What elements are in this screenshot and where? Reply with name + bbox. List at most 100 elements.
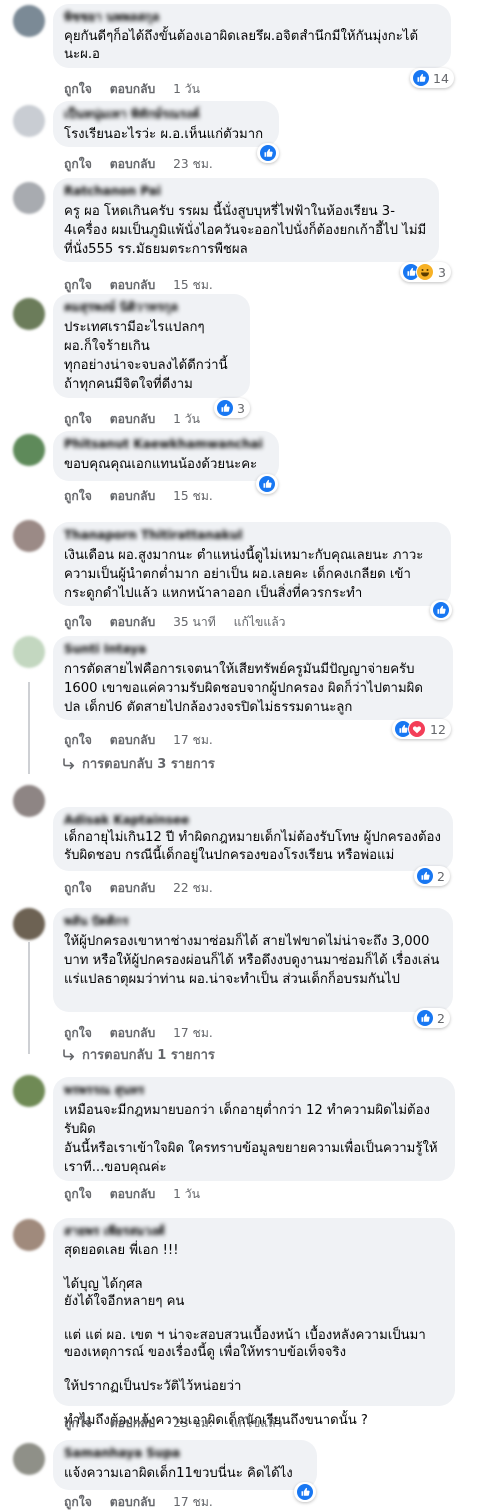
comment-actions: ถูกใจ ตอบกลับ 15 ชม. (64, 487, 227, 506)
timestamp[interactable]: 17 ชม. (173, 733, 213, 747)
like-button[interactable]: ถูกใจ (64, 157, 92, 171)
reply-button[interactable]: ตอบกลับ (110, 82, 156, 96)
comment-text: เด็กอายุไม่เกิน12 ปี ทำผิดกฎหมายเด็กไม่ต… (64, 830, 441, 863)
comment-bubble: Samanhaya Supa แจ้งความเอาผิดเด็ก11ขวบนี… (53, 1440, 317, 1490)
timestamp[interactable]: 23 ชม. (173, 1416, 213, 1430)
reaction-summary[interactable]: 2 (414, 1008, 450, 1028)
like-reaction-icon (417, 1010, 433, 1026)
reaction-summary[interactable]: 2 (414, 866, 450, 886)
avatar[interactable] (13, 298, 45, 330)
avatar[interactable] (13, 5, 45, 37)
comment-text: เหมือนจะมีกฎหมายบอกว่า เด็กอายุต่ำกว่า 1… (64, 1103, 438, 1175)
reaction-summary[interactable]: 12 (392, 719, 451, 739)
like-button[interactable]: ถูกใจ (64, 1495, 92, 1509)
avatar[interactable] (13, 105, 45, 137)
reaction-count: 3 (237, 400, 245, 416)
commenter-name[interactable]: พรพรรณ สุนทร (64, 1083, 444, 1097)
reaction-summary[interactable]: 3 (400, 262, 451, 282)
comment-text: การตัดสายไฟคือการเจตนาให้เสียทรัพย์ครูมั… (64, 662, 423, 715)
like-reaction-icon (417, 868, 433, 884)
like-reaction-icon (260, 145, 276, 161)
like-reaction-icon (259, 476, 275, 492)
reaction-count: 14 (433, 70, 449, 86)
comment-actions: ถูกใจ ตอบกลับ 17 ชม. (64, 1493, 227, 1512)
commenter-name[interactable]: Ratchanon Pai (64, 184, 428, 198)
timestamp[interactable]: 23 ชม. (173, 157, 213, 171)
comment-actions: ถูกใจ ตอบกลับ 1 วัน (64, 1185, 214, 1204)
commenter-name[interactable]: Phitsanut Kaewkhamwanchai (64, 437, 268, 451)
reply-arrow-icon (63, 757, 75, 769)
like-button[interactable]: ถูกใจ (64, 278, 92, 292)
timestamp[interactable]: 15 ชม. (173, 278, 213, 292)
reply-button[interactable]: ตอบกลับ (110, 615, 156, 629)
timestamp[interactable]: 35 นาที (173, 615, 216, 629)
avatar[interactable] (13, 520, 45, 552)
view-replies-link[interactable]: การตอบกลับ 3 รายการ (62, 753, 215, 774)
timestamp[interactable]: 1 วัน (173, 412, 200, 426)
commenter-name[interactable]: Adisak Kaptainsee (64, 813, 442, 827)
timestamp[interactable]: 1 วัน (173, 82, 200, 96)
reply-button[interactable]: ตอบกลับ (110, 278, 156, 292)
comment-bubble: Adisak Kaptainsee เด็กอายุไม่เกิน12 ปี ท… (53, 807, 453, 871)
commenter-name[interactable]: เป็นหนุ่มเทา พิทักษ์รณรงค์ (64, 107, 268, 121)
comment-bubble: พลัน ปัตติกร ให้ผู้ปกครองเขาหาช่างมาซ่อม… (53, 908, 453, 1012)
like-reaction-icon (217, 400, 233, 416)
view-replies-link[interactable]: การตอบกลับ 1 รายการ (62, 1044, 215, 1065)
avatar[interactable] (13, 908, 45, 940)
avatar[interactable] (13, 1219, 45, 1251)
replies-count-label[interactable]: การตอบกลับ 1 รายการ (82, 1044, 215, 1065)
avatar[interactable] (13, 636, 45, 668)
reaction-count: 2 (437, 868, 445, 884)
replies-count-label[interactable]: การตอบกลับ 3 รายการ (82, 753, 215, 774)
like-button[interactable]: ถูกใจ (64, 881, 92, 895)
comment-bubble: พิชชยา นพพลสกุล คุยกันดีๆก็อได้ถึงขั้นต้… (53, 4, 451, 68)
comment-actions: ถูกใจ ตอบกลับ 23 ชม. (64, 155, 227, 174)
reply-button[interactable]: ตอบกลับ (110, 157, 156, 171)
like-button[interactable]: ถูกใจ (64, 1416, 92, 1430)
avatar[interactable] (13, 1075, 45, 1107)
commenter-name[interactable]: Samanhaya Supa (64, 1446, 306, 1460)
like-button[interactable]: ถูกใจ (64, 733, 92, 747)
reply-thread-line (28, 682, 30, 774)
reaction-summary[interactable]: 14 (410, 68, 454, 88)
avatar[interactable] (13, 785, 45, 817)
reaction-summary[interactable] (430, 600, 452, 620)
reply-button[interactable]: ตอบกลับ (110, 489, 156, 503)
reply-button[interactable]: ตอบกลับ (110, 1187, 156, 1201)
commenter-name[interactable]: สายพร เพียรสมวงศ์ (64, 1224, 444, 1238)
commenter-name[interactable]: คมสุรพงษ์ นิติวาทรกุล (64, 300, 239, 314)
timestamp[interactable]: 17 ชม. (173, 1026, 213, 1040)
timestamp[interactable]: 15 ชม. (173, 489, 213, 503)
reply-button[interactable]: ตอบกลับ (110, 1495, 156, 1509)
like-button[interactable]: ถูกใจ (64, 1187, 92, 1201)
like-button[interactable]: ถูกใจ (64, 1026, 92, 1040)
reaction-summary[interactable]: 3 (214, 398, 250, 418)
reply-button[interactable]: ตอบกลับ (110, 1416, 156, 1430)
comment-text: แจ้งความเอาผิดเด็ก11ขวบนี่นะ คิดได้ไง (64, 1466, 293, 1481)
like-button[interactable]: ถูกใจ (64, 82, 92, 96)
like-button[interactable]: ถูกใจ (64, 615, 92, 629)
commenter-name[interactable]: Sunti Intaya (64, 642, 442, 656)
commenter-name[interactable]: พิชชยา นพพลสกุล (64, 10, 440, 24)
commenter-name[interactable]: พลัน ปัตติกร (64, 914, 442, 928)
timestamp[interactable]: 17 ชม. (173, 1495, 213, 1509)
avatar[interactable] (13, 1443, 45, 1475)
commenter-name[interactable]: Thanaporn Thitirattanakul (64, 528, 440, 542)
like-button[interactable]: ถูกใจ (64, 412, 92, 426)
comment-actions: ถูกใจ ตอบกลับ 1 วัน (64, 80, 214, 99)
reaction-summary[interactable] (257, 143, 279, 163)
avatar[interactable] (13, 182, 45, 214)
reply-arrow-icon (63, 1048, 75, 1060)
reply-button[interactable]: ตอบกลับ (110, 733, 156, 747)
reaction-summary[interactable] (256, 474, 278, 494)
timestamp[interactable]: 22 ชม. (173, 881, 213, 895)
like-button[interactable]: ถูกใจ (64, 489, 92, 503)
timestamp[interactable]: 1 วัน (173, 1187, 200, 1201)
reaction-summary[interactable] (294, 1482, 316, 1502)
reply-button[interactable]: ตอบกลับ (110, 1026, 156, 1040)
avatar[interactable] (13, 434, 45, 466)
comment-actions: ถูกใจ ตอบกลับ 17 ชม. (64, 731, 227, 750)
reply-button[interactable]: ตอบกลับ (110, 881, 156, 895)
comment-text: สุดยอดเลย พี่เอก !!! ได้บุญ ได้กุศล ยังไ… (64, 1243, 426, 1428)
reply-button[interactable]: ตอบกลับ (110, 412, 156, 426)
